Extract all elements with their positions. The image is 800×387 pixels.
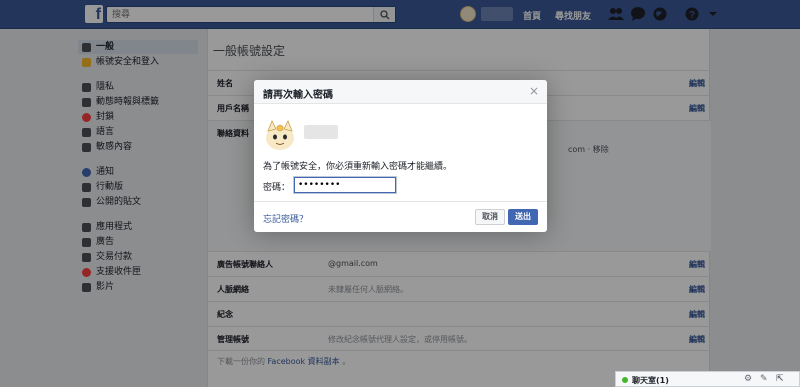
- profile-name: [304, 125, 338, 139]
- submit-button[interactable]: 送出: [508, 209, 538, 225]
- dialog-header: 請再次輸入密碼 ×: [254, 80, 547, 104]
- dialog-title: 請再次輸入密碼: [263, 90, 333, 101]
- gear-icon[interactable]: ⚙: [744, 374, 752, 384]
- password-input[interactable]: [294, 177, 396, 193]
- reenter-password-dialog: 請再次輸入密碼 × 為了帳號安全，你必須重新輸入密碼才能繼續。 密碼： 忘記密碼…: [254, 80, 547, 232]
- cancel-button[interactable]: 取消: [475, 209, 505, 225]
- dialog-footer: 忘記密碼？ 取消 送出: [254, 201, 547, 232]
- close-icon[interactable]: ×: [529, 84, 539, 98]
- chat-bar[interactable]: 聊天室(1) ⚙ ✎ ⇱: [615, 371, 800, 387]
- avatar: [266, 120, 294, 150]
- online-status-icon: [622, 377, 628, 383]
- dialog-message: 為了帳號安全，你必須重新輸入密碼才能繼續。: [263, 162, 453, 172]
- compose-icon[interactable]: ✎: [760, 374, 768, 384]
- forgot-password-link[interactable]: 忘記密碼？: [263, 212, 308, 225]
- expand-icon[interactable]: ⇱: [776, 374, 784, 384]
- password-label: 密碼：: [263, 183, 291, 193]
- chat-label: 聊天室(1): [632, 376, 669, 385]
